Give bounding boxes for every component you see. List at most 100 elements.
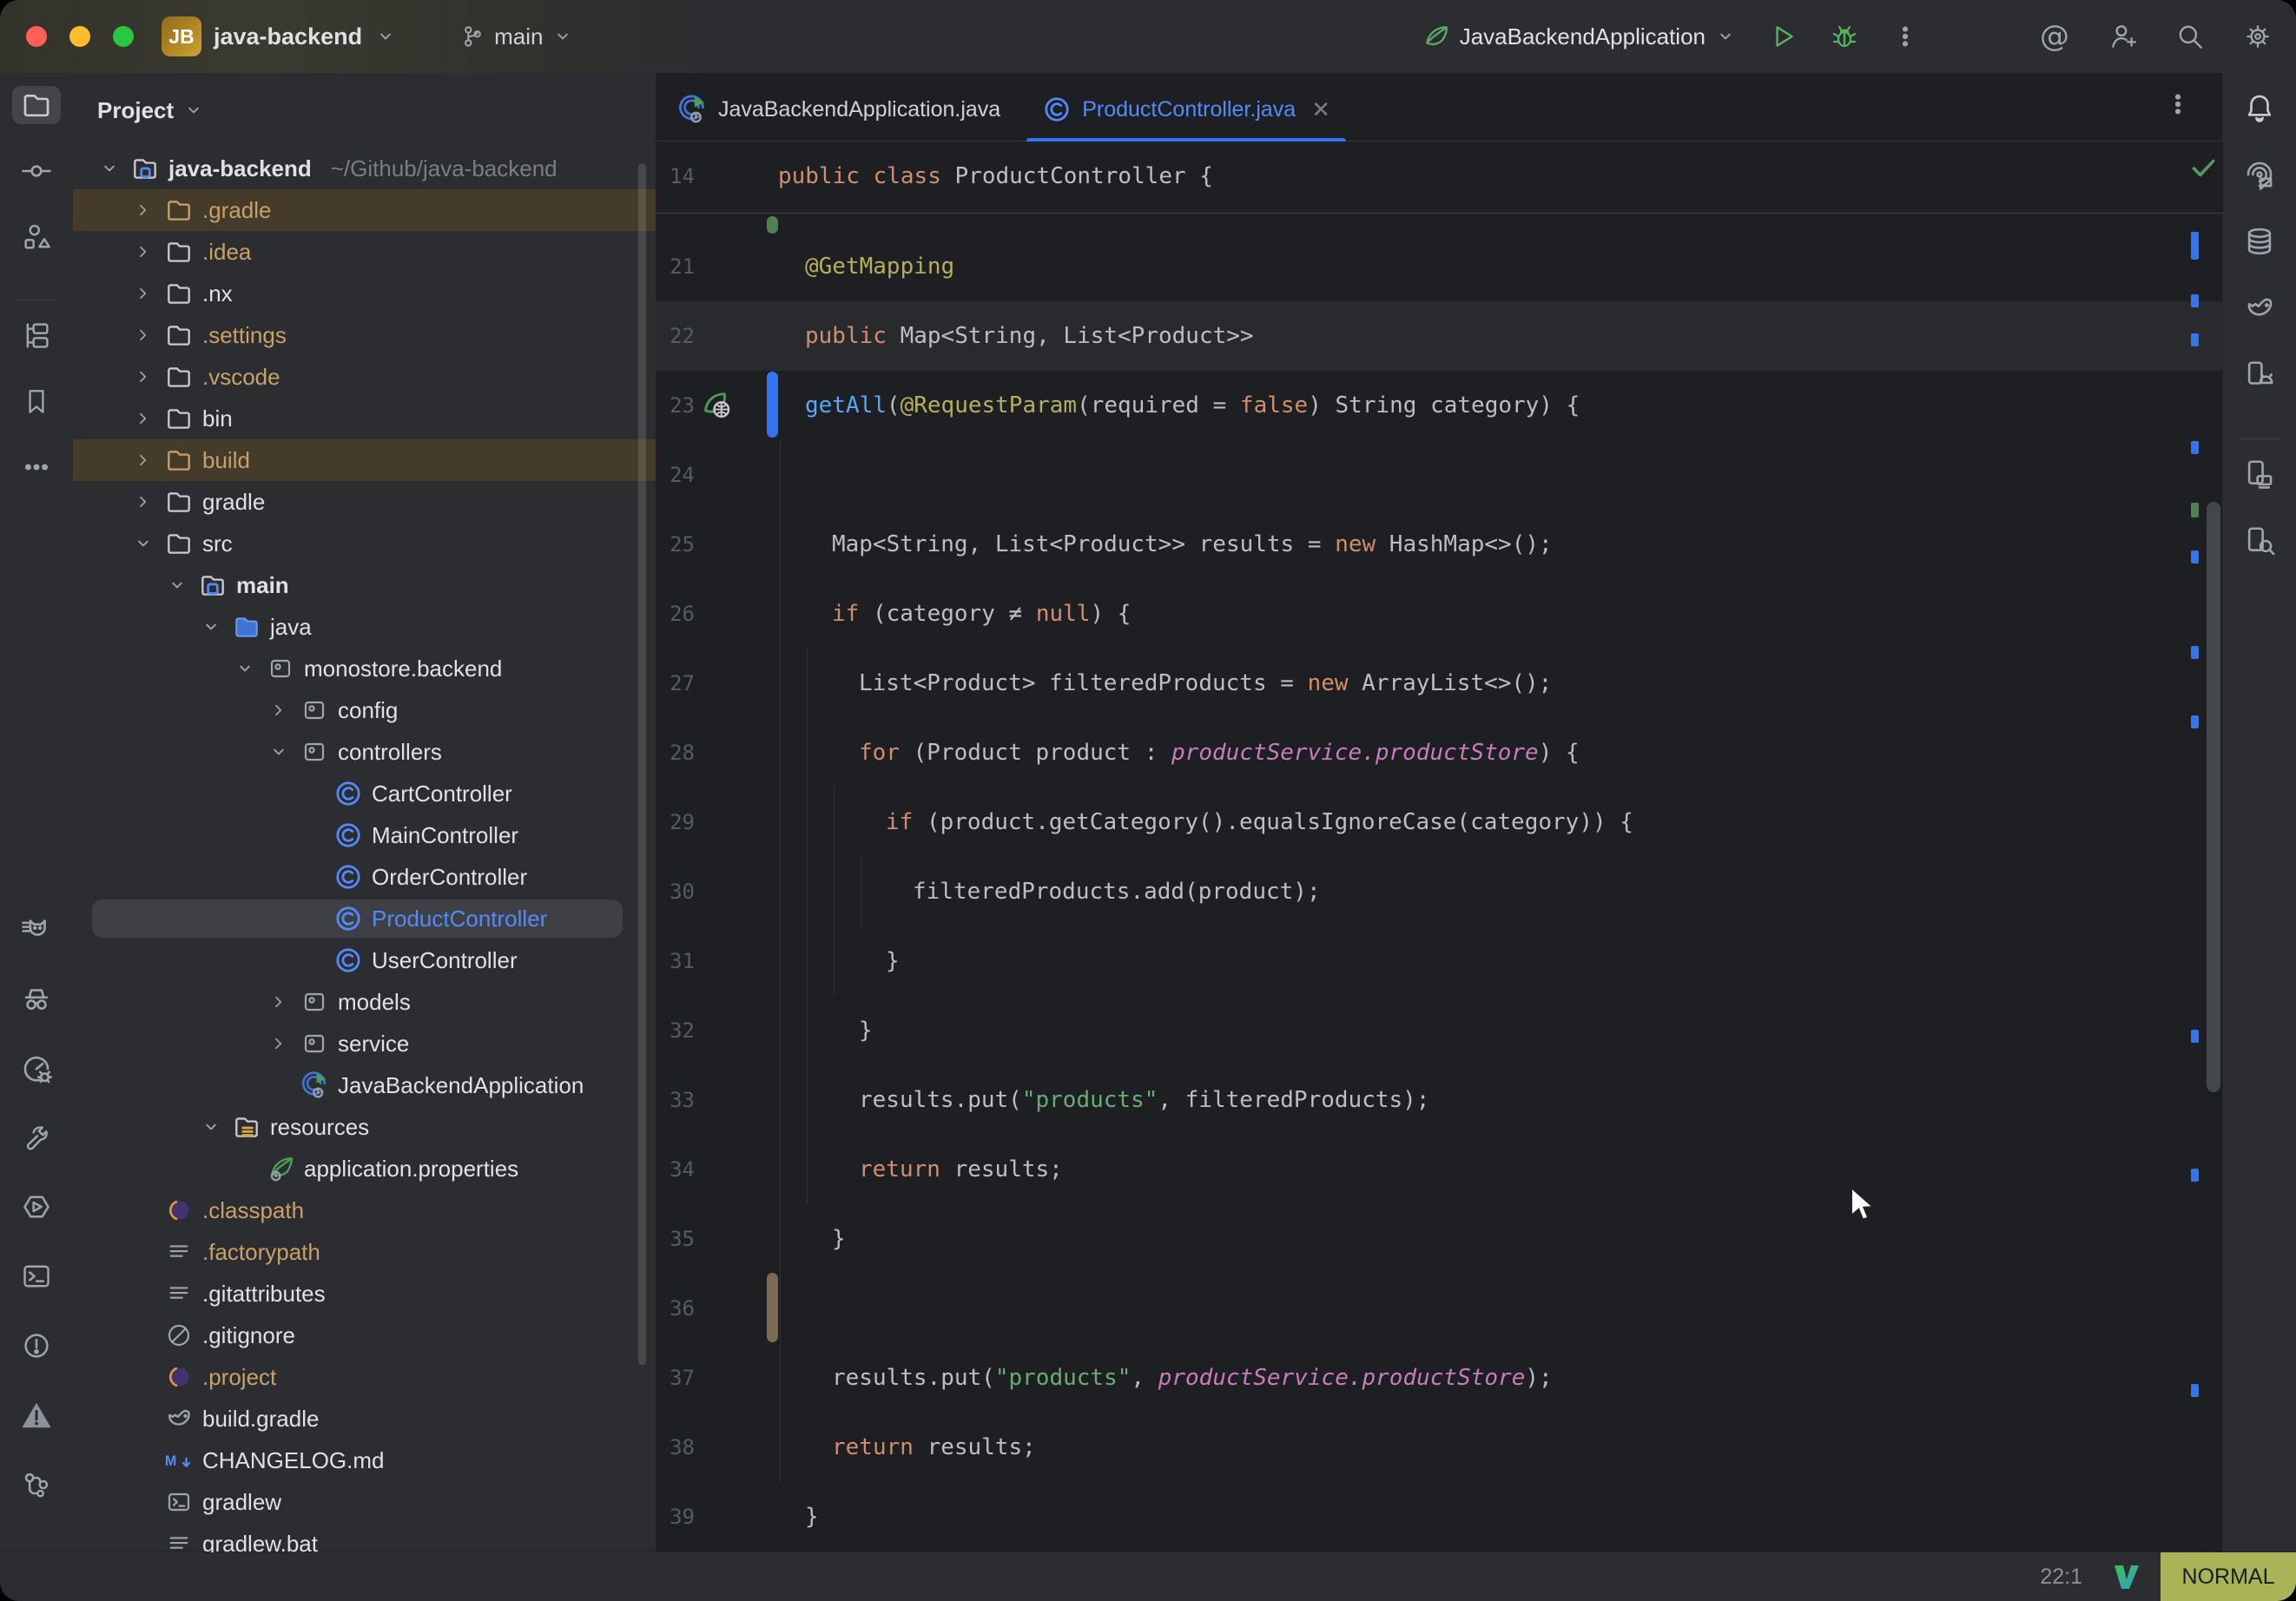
line-number[interactable]: 28	[656, 741, 778, 765]
chevron-down-icon[interactable]	[267, 741, 291, 763]
chevron-right-icon[interactable]	[267, 700, 291, 721]
vcs-change-marker[interactable]	[767, 216, 778, 234]
line-number[interactable]: 31	[656, 949, 778, 973]
tree-item-.classpath[interactable]: .classpath	[73, 1189, 656, 1231]
minimize-window-button[interactable]	[69, 26, 90, 47]
line-number[interactable]: 34	[656, 1157, 778, 1182]
tool-button-device-manager[interactable]	[2235, 455, 2284, 493]
tree-item-service[interactable]: service	[73, 1023, 656, 1064]
chevron-down-icon[interactable]	[182, 99, 205, 122]
code-line-36[interactable]: 36	[656, 1274, 2223, 1343]
line-number[interactable]: 21	[656, 254, 778, 279]
tree-item-.nx[interactable]: .nx	[73, 273, 656, 314]
tree-item-CartController[interactable]: CartController	[73, 773, 656, 814]
caret-position[interactable]: 22:1	[2040, 1565, 2082, 1590]
analysis-stripe-mark[interactable]	[2191, 294, 2199, 307]
run-button[interactable]	[1759, 12, 1808, 61]
tree-item-java[interactable]: java	[73, 606, 656, 648]
tree-item-.idea[interactable]: .idea	[73, 231, 656, 273]
tool-button-notifications[interactable]	[2235, 89, 2284, 127]
run-configuration[interactable]: JavaBackendApplication	[1422, 22, 1737, 51]
code-line-24[interactable]: 24	[656, 440, 2223, 510]
tool-button-version-control[interactable]	[12, 1466, 61, 1504]
tool-button-terminal[interactable]	[12, 1257, 61, 1295]
chevron-right-icon[interactable]	[131, 408, 155, 429]
code-line-21[interactable]: 21@GetMapping	[656, 232, 2223, 301]
tool-button-privacy[interactable]	[12, 979, 61, 1018]
chevron-down-icon[interactable]	[165, 574, 189, 596]
chevron-right-icon[interactable]	[131, 200, 155, 221]
tool-button-database[interactable]	[2235, 222, 2284, 260]
chevron-down-icon[interactable]	[131, 532, 155, 555]
tool-button-running-devices[interactable]	[2235, 356, 2284, 394]
chevron-down-icon[interactable]	[199, 616, 223, 638]
tool-button-profiler[interactable]	[12, 1049, 61, 1087]
code-line-25[interactable]: 25Map<String, List<Product>> results = n…	[656, 510, 2223, 579]
chevron-right-icon[interactable]	[267, 1033, 291, 1054]
analysis-stripe-mark[interactable]	[2191, 1030, 2199, 1043]
vim-mode-badge[interactable]: NORMAL	[2161, 1552, 2296, 1601]
tree-item-MainController[interactable]: MainController	[73, 814, 656, 856]
tree-item-build[interactable]: build	[73, 439, 656, 481]
branch-widget[interactable]: main	[459, 23, 574, 50]
tool-button-hierarchy[interactable]	[12, 316, 61, 354]
tool-button-problems[interactable]	[12, 1327, 61, 1365]
endpoint-icon[interactable]	[701, 390, 734, 423]
code-line-22[interactable]: 22public Map<String, List<Product>>	[656, 301, 2223, 371]
tree-item-OrderController[interactable]: OrderController	[73, 856, 656, 898]
tree-item-resources[interactable]: resources	[73, 1106, 656, 1148]
tab-JavaBackendApplication.java[interactable]: JavaBackendApplication.java	[656, 78, 1021, 141]
code-line-27[interactable]: 27List<Product> filteredProducts = new A…	[656, 649, 2223, 718]
tree-item-gradlew[interactable]: gradlew	[73, 1481, 656, 1523]
code-line-14[interactable]: 14public class ProductController {	[656, 142, 2223, 211]
tree-item-main[interactable]: main	[73, 564, 656, 606]
tree-item-CHANGELOG.md[interactable]: MCHANGELOG.md	[73, 1440, 656, 1481]
chevron-right-icon[interactable]	[131, 450, 155, 471]
debug-button[interactable]	[1820, 12, 1869, 61]
ideavim-icon[interactable]	[2112, 1562, 2141, 1591]
code-line-39[interactable]: 39}	[656, 1482, 2223, 1552]
code-line-29[interactable]: 29if (product.getCategory().equalsIgnore…	[656, 787, 2223, 857]
tree-item-application.properties[interactable]: application.properties	[73, 1148, 656, 1189]
vcs-change-marker[interactable]	[767, 1273, 778, 1342]
analysis-stripe-mark[interactable]	[2191, 646, 2199, 659]
tree-item-UserController[interactable]: UserController	[73, 939, 656, 981]
line-number[interactable]: 24	[656, 463, 778, 487]
tab-ProductController.java[interactable]: ProductController.java✕	[1021, 78, 1351, 141]
line-number[interactable]: 32	[656, 1018, 778, 1043]
line-number[interactable]: 25	[656, 532, 778, 557]
tree-item-.gitignore[interactable]: .gitignore	[73, 1314, 656, 1356]
tree-item-.gradle[interactable]: .gradle	[73, 189, 656, 231]
line-number[interactable]: 22	[656, 324, 778, 348]
line-number[interactable]: 26	[656, 602, 778, 626]
chevron-right-icon[interactable]	[267, 992, 291, 1012]
tree-item-.vscode[interactable]: .vscode	[73, 356, 656, 398]
inspection-ok-icon[interactable]	[2188, 153, 2218, 182]
tree-item-monostore.backend[interactable]: monostore.backend	[73, 648, 656, 689]
tool-button-project[interactable]	[12, 86, 61, 124]
line-number[interactable]: 39	[656, 1505, 778, 1529]
code-editor[interactable]: 21@GetMapping22public Map<String, List<P…	[656, 213, 2223, 1552]
tree-item-controllers[interactable]: controllers	[73, 731, 656, 773]
settings-button[interactable]	[2233, 12, 2282, 61]
tool-button-services[interactable]	[12, 1188, 61, 1226]
ai-assistant-icon[interactable]: @	[2030, 12, 2079, 61]
chevron-right-icon[interactable]	[131, 241, 155, 262]
tool-button-device-explorer[interactable]	[2235, 522, 2284, 560]
line-number[interactable]: 37	[656, 1366, 778, 1390]
line-number[interactable]: 14	[656, 164, 778, 188]
analysis-stripe-mark[interactable]	[2191, 232, 2199, 260]
analysis-stripe-mark[interactable]	[2191, 1169, 2199, 1182]
close-icon[interactable]: ✕	[1311, 96, 1330, 123]
code-line-37[interactable]: 37results.put("products", productService…	[656, 1343, 2223, 1413]
tree-item-bin[interactable]: bin	[73, 398, 656, 439]
analysis-stripe-mark[interactable]	[2191, 715, 2199, 728]
line-number[interactable]: 36	[656, 1296, 778, 1321]
tool-button-plugin-cat[interactable]	[12, 910, 61, 948]
analysis-stripe-mark[interactable]	[2191, 550, 2199, 563]
tool-button-commit[interactable]	[12, 152, 61, 190]
chevron-right-icon[interactable]	[131, 325, 155, 346]
tree-item-JavaBackendApplication[interactable]: JavaBackendApplication	[73, 1064, 656, 1106]
editor-scrollbar[interactable]	[2207, 502, 2220, 1092]
code-line-32[interactable]: 32}	[656, 996, 2223, 1065]
